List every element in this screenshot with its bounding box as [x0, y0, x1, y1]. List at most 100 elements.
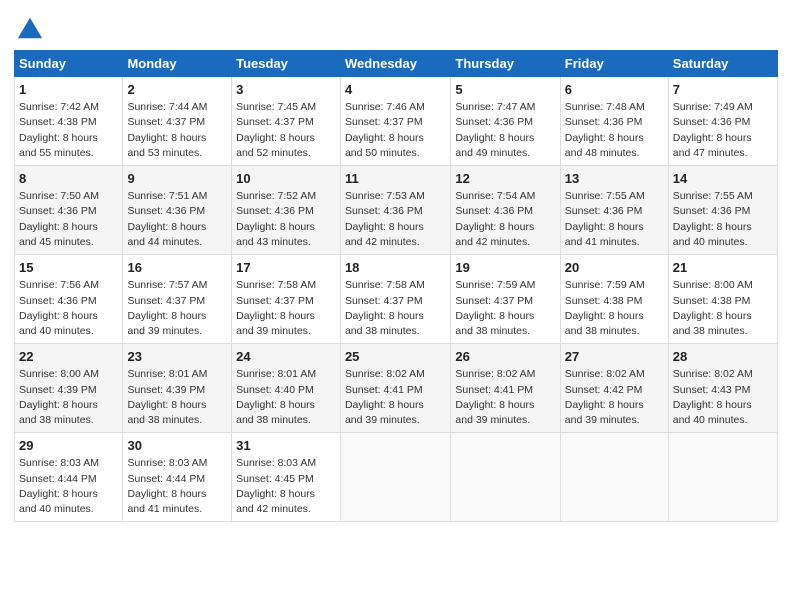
- weekday-header: Sunday: [15, 51, 123, 77]
- day-number: 28: [673, 348, 773, 366]
- calendar-week-row: 29Sunrise: 8:03 AM Sunset: 4:44 PM Dayli…: [15, 433, 778, 522]
- day-number: 17: [236, 259, 336, 277]
- day-number: 10: [236, 170, 336, 188]
- calendar-table: SundayMondayTuesdayWednesdayThursdayFrid…: [14, 50, 778, 522]
- day-number: 29: [19, 437, 118, 455]
- weekday-header: Monday: [123, 51, 232, 77]
- day-number: 3: [236, 81, 336, 99]
- calendar-day-cell: 10Sunrise: 7:52 AM Sunset: 4:36 PM Dayli…: [232, 166, 341, 255]
- day-info: Sunrise: 8:03 AM Sunset: 4:44 PM Dayligh…: [127, 456, 227, 517]
- weekday-header: Saturday: [668, 51, 777, 77]
- day-number: 1: [19, 81, 118, 99]
- day-info: Sunrise: 7:49 AM Sunset: 4:36 PM Dayligh…: [673, 100, 773, 161]
- day-info: Sunrise: 8:02 AM Sunset: 4:42 PM Dayligh…: [565, 367, 664, 428]
- day-info: Sunrise: 8:00 AM Sunset: 4:38 PM Dayligh…: [673, 278, 773, 339]
- calendar-week-row: 8Sunrise: 7:50 AM Sunset: 4:36 PM Daylig…: [15, 166, 778, 255]
- calendar-day-cell: [668, 433, 777, 522]
- calendar-day-cell: 24Sunrise: 8:01 AM Sunset: 4:40 PM Dayli…: [232, 344, 341, 433]
- day-info: Sunrise: 7:45 AM Sunset: 4:37 PM Dayligh…: [236, 100, 336, 161]
- day-number: 27: [565, 348, 664, 366]
- calendar-day-cell: [560, 433, 668, 522]
- day-number: 25: [345, 348, 446, 366]
- day-number: 12: [455, 170, 555, 188]
- calendar-day-cell: 3Sunrise: 7:45 AM Sunset: 4:37 PM Daylig…: [232, 77, 341, 166]
- calendar-day-cell: 1Sunrise: 7:42 AM Sunset: 4:38 PM Daylig…: [15, 77, 123, 166]
- day-info: Sunrise: 7:42 AM Sunset: 4:38 PM Dayligh…: [19, 100, 118, 161]
- day-number: 7: [673, 81, 773, 99]
- calendar-day-cell: 6Sunrise: 7:48 AM Sunset: 4:36 PM Daylig…: [560, 77, 668, 166]
- day-info: Sunrise: 7:51 AM Sunset: 4:36 PM Dayligh…: [127, 189, 227, 250]
- day-info: Sunrise: 8:02 AM Sunset: 4:41 PM Dayligh…: [345, 367, 446, 428]
- calendar-day-cell: 16Sunrise: 7:57 AM Sunset: 4:37 PM Dayli…: [123, 255, 232, 344]
- calendar-day-cell: 22Sunrise: 8:00 AM Sunset: 4:39 PM Dayli…: [15, 344, 123, 433]
- logo-icon: [16, 14, 44, 42]
- day-info: Sunrise: 8:02 AM Sunset: 4:43 PM Dayligh…: [673, 367, 773, 428]
- calendar-day-cell: 15Sunrise: 7:56 AM Sunset: 4:36 PM Dayli…: [15, 255, 123, 344]
- day-number: 30: [127, 437, 227, 455]
- calendar-week-row: 22Sunrise: 8:00 AM Sunset: 4:39 PM Dayli…: [15, 344, 778, 433]
- day-info: Sunrise: 8:02 AM Sunset: 4:41 PM Dayligh…: [455, 367, 555, 428]
- weekday-header: Wednesday: [340, 51, 450, 77]
- day-number: 11: [345, 170, 446, 188]
- day-info: Sunrise: 8:03 AM Sunset: 4:45 PM Dayligh…: [236, 456, 336, 517]
- calendar-week-row: 1Sunrise: 7:42 AM Sunset: 4:38 PM Daylig…: [15, 77, 778, 166]
- day-info: Sunrise: 8:03 AM Sunset: 4:44 PM Dayligh…: [19, 456, 118, 517]
- calendar-day-cell: 12Sunrise: 7:54 AM Sunset: 4:36 PM Dayli…: [451, 166, 560, 255]
- calendar-day-cell: 11Sunrise: 7:53 AM Sunset: 4:36 PM Dayli…: [340, 166, 450, 255]
- day-number: 21: [673, 259, 773, 277]
- calendar-day-cell: 5Sunrise: 7:47 AM Sunset: 4:36 PM Daylig…: [451, 77, 560, 166]
- calendar-day-cell: 14Sunrise: 7:55 AM Sunset: 4:36 PM Dayli…: [668, 166, 777, 255]
- header: [14, 10, 778, 42]
- day-number: 20: [565, 259, 664, 277]
- day-info: Sunrise: 7:59 AM Sunset: 4:38 PM Dayligh…: [565, 278, 664, 339]
- day-info: Sunrise: 7:54 AM Sunset: 4:36 PM Dayligh…: [455, 189, 555, 250]
- day-number: 23: [127, 348, 227, 366]
- day-info: Sunrise: 7:56 AM Sunset: 4:36 PM Dayligh…: [19, 278, 118, 339]
- calendar-day-cell: 31Sunrise: 8:03 AM Sunset: 4:45 PM Dayli…: [232, 433, 341, 522]
- day-info: Sunrise: 8:00 AM Sunset: 4:39 PM Dayligh…: [19, 367, 118, 428]
- calendar-day-cell: [451, 433, 560, 522]
- day-number: 14: [673, 170, 773, 188]
- calendar-day-cell: 27Sunrise: 8:02 AM Sunset: 4:42 PM Dayli…: [560, 344, 668, 433]
- day-number: 4: [345, 81, 446, 99]
- day-number: 22: [19, 348, 118, 366]
- calendar-day-cell: 2Sunrise: 7:44 AM Sunset: 4:37 PM Daylig…: [123, 77, 232, 166]
- day-info: Sunrise: 7:46 AM Sunset: 4:37 PM Dayligh…: [345, 100, 446, 161]
- calendar-day-cell: 21Sunrise: 8:00 AM Sunset: 4:38 PM Dayli…: [668, 255, 777, 344]
- weekday-row: SundayMondayTuesdayWednesdayThursdayFrid…: [15, 51, 778, 77]
- weekday-header: Thursday: [451, 51, 560, 77]
- calendar-header: SundayMondayTuesdayWednesdayThursdayFrid…: [15, 51, 778, 77]
- day-number: 16: [127, 259, 227, 277]
- calendar-day-cell: 30Sunrise: 8:03 AM Sunset: 4:44 PM Dayli…: [123, 433, 232, 522]
- calendar-week-row: 15Sunrise: 7:56 AM Sunset: 4:36 PM Dayli…: [15, 255, 778, 344]
- day-info: Sunrise: 7:50 AM Sunset: 4:36 PM Dayligh…: [19, 189, 118, 250]
- day-info: Sunrise: 8:01 AM Sunset: 4:40 PM Dayligh…: [236, 367, 336, 428]
- day-number: 9: [127, 170, 227, 188]
- calendar-day-cell: 23Sunrise: 8:01 AM Sunset: 4:39 PM Dayli…: [123, 344, 232, 433]
- calendar-day-cell: 25Sunrise: 8:02 AM Sunset: 4:41 PM Dayli…: [340, 344, 450, 433]
- day-number: 13: [565, 170, 664, 188]
- day-number: 18: [345, 259, 446, 277]
- day-info: Sunrise: 7:57 AM Sunset: 4:37 PM Dayligh…: [127, 278, 227, 339]
- calendar-day-cell: 4Sunrise: 7:46 AM Sunset: 4:37 PM Daylig…: [340, 77, 450, 166]
- calendar-day-cell: 26Sunrise: 8:02 AM Sunset: 4:41 PM Dayli…: [451, 344, 560, 433]
- day-info: Sunrise: 7:52 AM Sunset: 4:36 PM Dayligh…: [236, 189, 336, 250]
- calendar-day-cell: 8Sunrise: 7:50 AM Sunset: 4:36 PM Daylig…: [15, 166, 123, 255]
- day-info: Sunrise: 7:53 AM Sunset: 4:36 PM Dayligh…: [345, 189, 446, 250]
- calendar-day-cell: 19Sunrise: 7:59 AM Sunset: 4:37 PM Dayli…: [451, 255, 560, 344]
- calendar-body: 1Sunrise: 7:42 AM Sunset: 4:38 PM Daylig…: [15, 77, 778, 522]
- logo: [14, 14, 44, 42]
- day-info: Sunrise: 7:59 AM Sunset: 4:37 PM Dayligh…: [455, 278, 555, 339]
- weekday-header: Friday: [560, 51, 668, 77]
- calendar-day-cell: 28Sunrise: 8:02 AM Sunset: 4:43 PM Dayli…: [668, 344, 777, 433]
- day-info: Sunrise: 7:58 AM Sunset: 4:37 PM Dayligh…: [345, 278, 446, 339]
- day-number: 6: [565, 81, 664, 99]
- day-info: Sunrise: 8:01 AM Sunset: 4:39 PM Dayligh…: [127, 367, 227, 428]
- calendar-day-cell: 17Sunrise: 7:58 AM Sunset: 4:37 PM Dayli…: [232, 255, 341, 344]
- day-number: 19: [455, 259, 555, 277]
- calendar-day-cell: [340, 433, 450, 522]
- calendar-day-cell: 9Sunrise: 7:51 AM Sunset: 4:36 PM Daylig…: [123, 166, 232, 255]
- logo-text-block: [14, 14, 44, 42]
- weekday-header: Tuesday: [232, 51, 341, 77]
- day-info: Sunrise: 7:48 AM Sunset: 4:36 PM Dayligh…: [565, 100, 664, 161]
